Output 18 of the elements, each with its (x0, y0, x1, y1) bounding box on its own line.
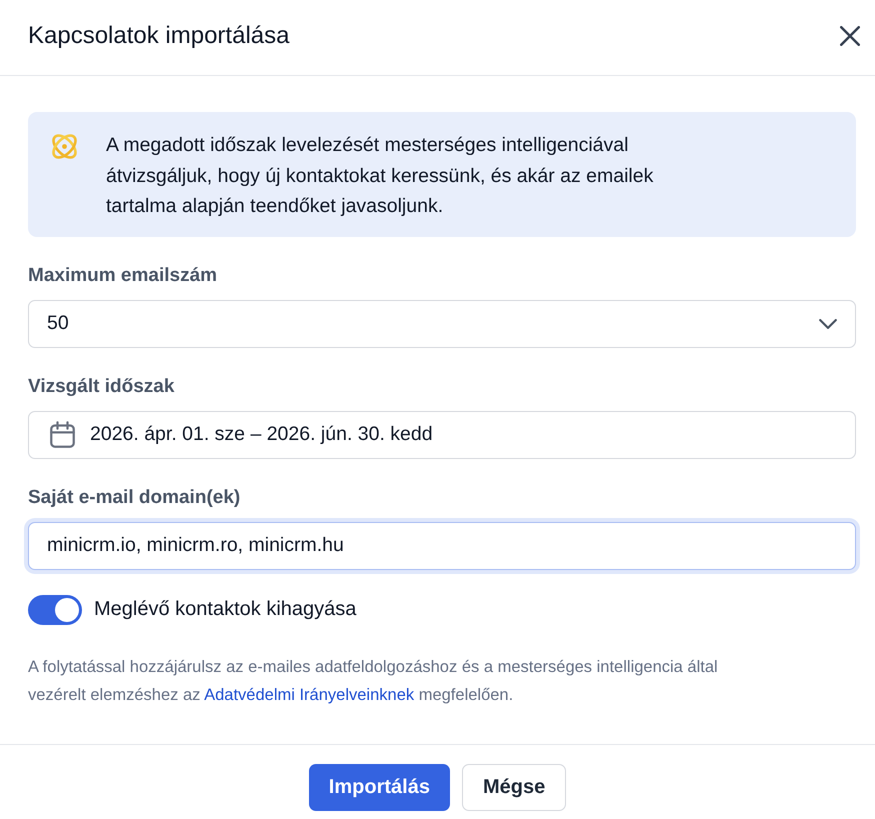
toggle-switch[interactable] (28, 594, 82, 624)
toggle-label: Meglévő kontaktok kihagyása (94, 598, 356, 621)
date-range-field[interactable]: 2026. ápr. 01. sze – 2026. jún. 30. kedd (28, 410, 856, 458)
field-label: Vizsgált időszak (28, 376, 176, 398)
calendar-icon (50, 421, 75, 448)
input-field[interactable]: minicrm.io, minicrm.ro, minicrm.hu (28, 522, 856, 570)
consent-text: A folytatással hozzájárulsz az e-mailes adatfeldolgozáshoz és a mesterséges intelligencia által vezérelt elemzéshez az Adatvédelmi Irányelveinknek megfelelően. (28, 656, 719, 706)
import-button[interactable]: Importálás (308, 764, 450, 810)
dialog-title: Kapcsolatok importálása (28, 22, 290, 50)
field-label: Maximum emailszám (28, 264, 218, 286)
cancel-button[interactable]: Mégse (462, 764, 566, 810)
info-text: A megadott időszak levelezését mesterséges intelligenciával átvizsgáljuk, hogy új kontaktokat keressünk, és akár az emailek tartalma alapján teendőket javasoljunk. (106, 133, 654, 219)
chevron-down-icon (819, 318, 837, 328)
field-label: Saját e-mail domain(ek) (28, 486, 242, 508)
select-field[interactable]: 50 (28, 300, 856, 348)
privacy-policy-link[interactable]: Adatvédelmi Irányelveinknek (204, 686, 414, 704)
close-icon[interactable] (840, 26, 860, 46)
atom-icon (52, 134, 77, 159)
